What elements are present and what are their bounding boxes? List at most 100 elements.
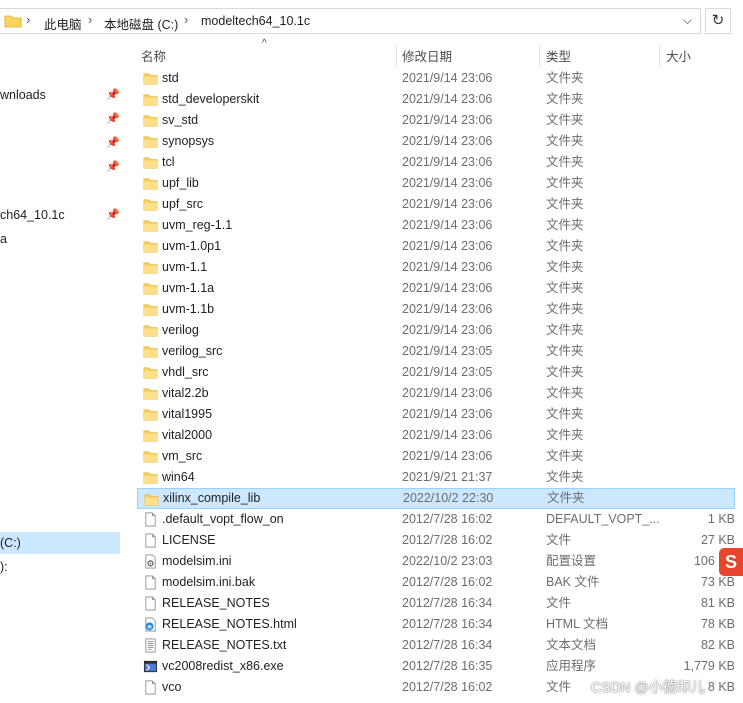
nav-item-drive-other[interactable]: ):	[0, 556, 120, 578]
address-input[interactable]: › 此电脑 › 本地磁盘 (C:) › modeltech64_10.1c ⌵	[0, 8, 701, 34]
file-name: vital2.2b	[162, 386, 209, 400]
file-size: 82 KB	[700, 638, 735, 652]
folder-icon	[143, 134, 158, 149]
file-row[interactable]: modelsim.ini 2022/10/2 23:03 配置设置 106 KB	[137, 551, 735, 572]
chevron-down-icon[interactable]: ⌵	[683, 13, 692, 28]
file-name: uvm-1.1	[162, 260, 208, 274]
chevron-right-icon[interactable]: ›	[26, 12, 30, 27]
file-date: 2021/9/14 23:06	[402, 113, 493, 127]
file-row[interactable]: LICENSE 2012/7/28 16:02 文件 27 KB	[137, 530, 735, 551]
file-row[interactable]: upf_src 2021/9/14 23:06 文件夹	[137, 194, 735, 215]
chevron-right-icon[interactable]: ›	[184, 12, 188, 27]
file-name: vco	[162, 680, 182, 694]
file-type: 文件夹	[546, 302, 584, 316]
nav-item-drive-c[interactable]: (C:)	[0, 532, 120, 554]
file-name: uvm-1.0p1	[162, 239, 222, 253]
breadcrumb-modeltech[interactable]: modeltech64_10.1c	[201, 14, 310, 28]
column-header: ^ 名称 修改日期 类型 大小	[137, 38, 743, 68]
file-date: 2012/7/28 16:34	[402, 638, 493, 652]
file-type: 配置设置	[546, 554, 597, 568]
file-row[interactable]: uvm-1.1a 2021/9/14 23:06 文件夹	[137, 278, 735, 299]
column-size[interactable]: 大小	[666, 42, 691, 68]
file-type: 文件夹	[546, 71, 584, 85]
file-row[interactable]: sv_std 2021/9/14 23:06 文件夹	[137, 110, 735, 131]
file-type: 文件夹	[546, 281, 584, 295]
file-name: vm_src	[162, 449, 203, 463]
file-row[interactable]: RELEASE_NOTES 2012/7/28 16:34 文件 81 KB	[137, 593, 735, 614]
pin-icon: 📌	[106, 161, 120, 173]
breadcrumb-local-disk[interactable]: 本地磁盘 (C:)	[104, 14, 178, 33]
column-date[interactable]: 修改日期	[402, 42, 452, 68]
file-row[interactable]: vc2008redist_x86.exe 2012/7/28 16:35 应用程序 1…	[137, 656, 735, 677]
file-row[interactable]: xilinx_compile_lib 2022/10/2 22:30 文件夹	[137, 488, 735, 509]
file-size: 78 KB	[700, 617, 735, 631]
folder-icon	[143, 470, 158, 485]
file-name: RELEASE_NOTES	[162, 596, 270, 610]
settings-file-icon	[143, 554, 158, 569]
file-date: 2021/9/14 23:06	[402, 428, 493, 442]
file-row[interactable]: vhdl_src 2021/9/14 23:05 文件夹	[137, 362, 735, 383]
file-name: sv_std	[162, 113, 199, 127]
nav-item-downloads[interactable]: wnloads	[0, 84, 120, 106]
file-name: verilog	[162, 323, 199, 337]
file-type: 文件夹	[546, 260, 584, 274]
chevron-right-icon[interactable]: ›	[88, 12, 92, 27]
file-type: BAK 文件	[546, 575, 600, 589]
file-row[interactable]: std 2021/9/14 23:06 文件夹	[137, 68, 735, 89]
file-row[interactable]: std_developerskit 2021/9/14 23:06 文件夹	[137, 89, 735, 110]
refresh-button[interactable]: ↻	[705, 8, 731, 34]
column-divider[interactable]	[539, 44, 540, 68]
file-row[interactable]: verilog_src 2021/9/14 23:05 文件夹	[137, 341, 735, 362]
breadcrumb-this-pc[interactable]: 此电脑	[44, 14, 82, 33]
file-name: upf_src	[162, 197, 203, 211]
file-name: uvm-1.1b	[162, 302, 215, 316]
file-name: synopsys	[162, 134, 215, 148]
file-row[interactable]: uvm_reg-1.1 2021/9/14 23:06 文件夹	[137, 215, 735, 236]
file-name: vital2000	[162, 428, 213, 442]
file-name: RELEASE_NOTES.txt	[162, 638, 287, 652]
file-type: 文件夹	[546, 449, 584, 463]
file-date: 2021/9/14 23:05	[402, 344, 493, 358]
file-row[interactable]: tcl 2021/9/14 23:06 文件夹	[137, 152, 735, 173]
file-name: uvm-1.1a	[162, 281, 215, 295]
file-icon	[143, 596, 158, 611]
application-icon	[143, 659, 158, 674]
file-row[interactable]: upf_lib 2021/9/14 23:06 文件夹	[137, 173, 735, 194]
file-name: win64	[162, 470, 195, 484]
refresh-icon: ↻	[711, 12, 725, 29]
sogou-ime-icon[interactable]: S	[719, 548, 743, 576]
file-row[interactable]: synopsys 2021/9/14 23:06 文件夹	[137, 131, 735, 152]
file-row[interactable]: vm_src 2021/9/14 23:06 文件夹	[137, 446, 735, 467]
file-row[interactable]: vital1995 2021/9/14 23:06 文件夹	[137, 404, 735, 425]
file-type: 文件夹	[546, 365, 584, 379]
file-type: 文件夹	[546, 155, 584, 169]
column-name[interactable]: 名称	[141, 42, 166, 68]
folder-icon	[143, 218, 158, 233]
pin-icon: 📌	[106, 89, 120, 101]
text-document-icon	[143, 638, 158, 653]
folder-icon	[143, 113, 158, 128]
column-divider[interactable]	[659, 44, 660, 68]
file-row[interactable]: uvm-1.0p1 2021/9/14 23:06 文件夹	[137, 236, 735, 257]
file-row[interactable]: verilog 2021/9/14 23:06 文件夹	[137, 320, 735, 341]
file-row[interactable]: vital2000 2021/9/14 23:06 文件夹	[137, 425, 735, 446]
file-date: 2012/7/28 16:35	[402, 659, 493, 673]
nav-item-modeltech[interactable]: ch64_10.1c	[0, 204, 120, 226]
file-name: xilinx_compile_lib	[163, 491, 261, 505]
file-row[interactable]: vital2.2b 2021/9/14 23:06 文件夹	[137, 383, 735, 404]
file-type: 文件	[546, 680, 572, 694]
nav-item-a[interactable]: a	[0, 228, 120, 250]
file-type: 文件夹	[546, 239, 584, 253]
file-row[interactable]: .default_vopt_flow_on 2012/7/28 16:02 DEFA…	[137, 509, 735, 530]
folder-icon	[143, 428, 158, 443]
file-row[interactable]: e RELEASE_NOTES.html 2012/7/28 16:34 HTML 文…	[137, 614, 735, 635]
file-date: 2021/9/14 23:06	[402, 176, 493, 190]
column-divider[interactable]	[396, 44, 397, 68]
file-row[interactable]: uvm-1.1b 2021/9/14 23:06 文件夹	[137, 299, 735, 320]
file-row[interactable]: uvm-1.1 2021/9/14 23:06 文件夹	[137, 257, 735, 278]
file-row[interactable]: win64 2021/9/21 21:37 文件夹	[137, 467, 735, 488]
column-type[interactable]: 类型	[546, 42, 571, 68]
file-row[interactable]: RELEASE_NOTES.txt 2012/7/28 16:34 文本文档 82 K…	[137, 635, 735, 656]
file-type: DEFAULT_VOPT_...	[546, 512, 660, 526]
file-row[interactable]: modelsim.ini.bak 2012/7/28 16:02 BAK 文件 73 …	[137, 572, 735, 593]
